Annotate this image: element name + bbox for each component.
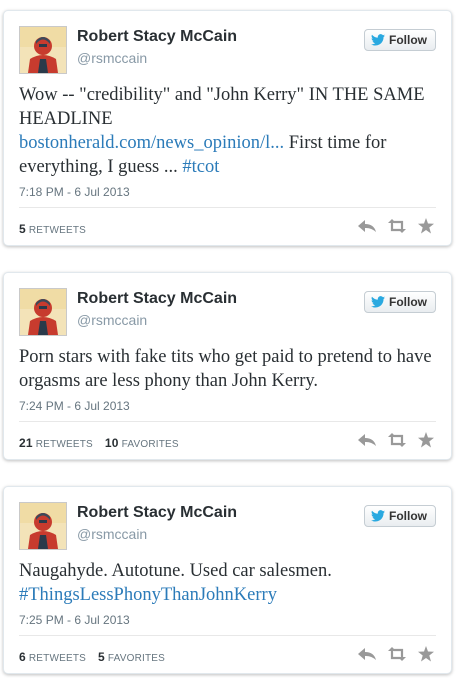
- tweet-text-body: Naugahyde. Autotune. Used car salesmen.: [19, 561, 332, 581]
- retweet-label: RETWEETS: [35, 439, 93, 450]
- tweet-actions: [358, 218, 436, 234]
- author-handle[interactable]: @rsmccain: [77, 50, 147, 66]
- author-name[interactable]: Robert Stacy McCain: [77, 290, 237, 308]
- tweet-link[interactable]: bostonherald.com/news_opinion/l...: [19, 133, 284, 153]
- tweet-stats: 6 RETWEETS 5 FAVORITES: [19, 650, 165, 664]
- retweet-count[interactable]: 21: [19, 436, 33, 450]
- tweet-actions: [358, 432, 436, 448]
- retweet-icon[interactable]: [388, 646, 406, 662]
- hashtag-link[interactable]: #ThingsLessPhonyThanJohnKerry: [19, 585, 277, 605]
- favorite-count[interactable]: 10: [105, 436, 119, 450]
- star-icon[interactable]: [418, 432, 436, 448]
- reply-icon[interactable]: [358, 218, 376, 234]
- tweet-card: Robert Stacy McCain @rsmccain Follow Por…: [3, 272, 452, 460]
- author-name[interactable]: Robert Stacy McCain: [77, 28, 237, 46]
- favorite-label: FAVORITES: [107, 653, 166, 664]
- star-icon[interactable]: [418, 218, 436, 234]
- tweet-text: Naugahyde. Autotune. Used car salesmen. …: [19, 559, 439, 607]
- follow-button[interactable]: Follow: [364, 29, 436, 51]
- favorite-label: FAVORITES: [121, 439, 179, 450]
- twitter-bird-icon: [371, 510, 385, 522]
- author-handle[interactable]: @rsmccain: [77, 312, 147, 328]
- author-handle[interactable]: @rsmccain: [77, 526, 147, 542]
- retweet-count[interactable]: 6: [19, 650, 26, 664]
- twitter-bird-icon: [371, 34, 385, 46]
- tweet-stats: 21 RETWEETS 10 FAVORITES: [19, 436, 179, 450]
- follow-label: Follow: [389, 295, 427, 309]
- tweet-text: Wow -- "credibility" and "John Kerry" IN…: [19, 83, 439, 179]
- retweet-icon[interactable]: [388, 218, 406, 234]
- retweet-count[interactable]: 5: [19, 222, 26, 236]
- retweet-label: RETWEETS: [28, 225, 87, 236]
- divider: [19, 207, 436, 208]
- tweet-stats: 5 RETWEETS: [19, 222, 86, 236]
- tweet-actions: [358, 646, 436, 662]
- tweet-card: Robert Stacy McCain @rsmccain Follow Wow…: [3, 10, 452, 246]
- reply-icon[interactable]: [358, 432, 376, 448]
- hashtag-link[interactable]: #tcot: [182, 157, 219, 177]
- follow-label: Follow: [389, 33, 427, 47]
- retweet-label: RETWEETS: [28, 653, 87, 664]
- tweet-timestamp[interactable]: 7:25 PM - 6 Jul 2013: [19, 613, 130, 627]
- follow-button[interactable]: Follow: [364, 291, 436, 313]
- star-icon[interactable]: [418, 646, 436, 662]
- tweet-card: Robert Stacy McCain @rsmccain Follow Nau…: [3, 486, 452, 674]
- tweet-timestamp[interactable]: 7:24 PM - 6 Jul 2013: [19, 399, 130, 413]
- twitter-bird-icon: [371, 296, 385, 308]
- author-name[interactable]: Robert Stacy McCain: [77, 504, 237, 522]
- avatar[interactable]: [19, 26, 67, 74]
- divider: [19, 635, 436, 636]
- retweet-icon[interactable]: [388, 432, 406, 448]
- tweet-timestamp[interactable]: 7:18 PM - 6 Jul 2013: [19, 185, 130, 199]
- divider: [19, 421, 436, 422]
- reply-icon[interactable]: [358, 646, 376, 662]
- avatar[interactable]: [19, 502, 67, 550]
- follow-label: Follow: [389, 509, 427, 523]
- avatar[interactable]: [19, 288, 67, 336]
- tweet-text: Porn stars with fake tits who get paid t…: [19, 347, 432, 391]
- follow-button[interactable]: Follow: [364, 505, 436, 527]
- favorite-count[interactable]: 5: [98, 650, 105, 664]
- tweet-text-body: Wow -- "credibility" and "John Kerry" IN…: [19, 85, 425, 129]
